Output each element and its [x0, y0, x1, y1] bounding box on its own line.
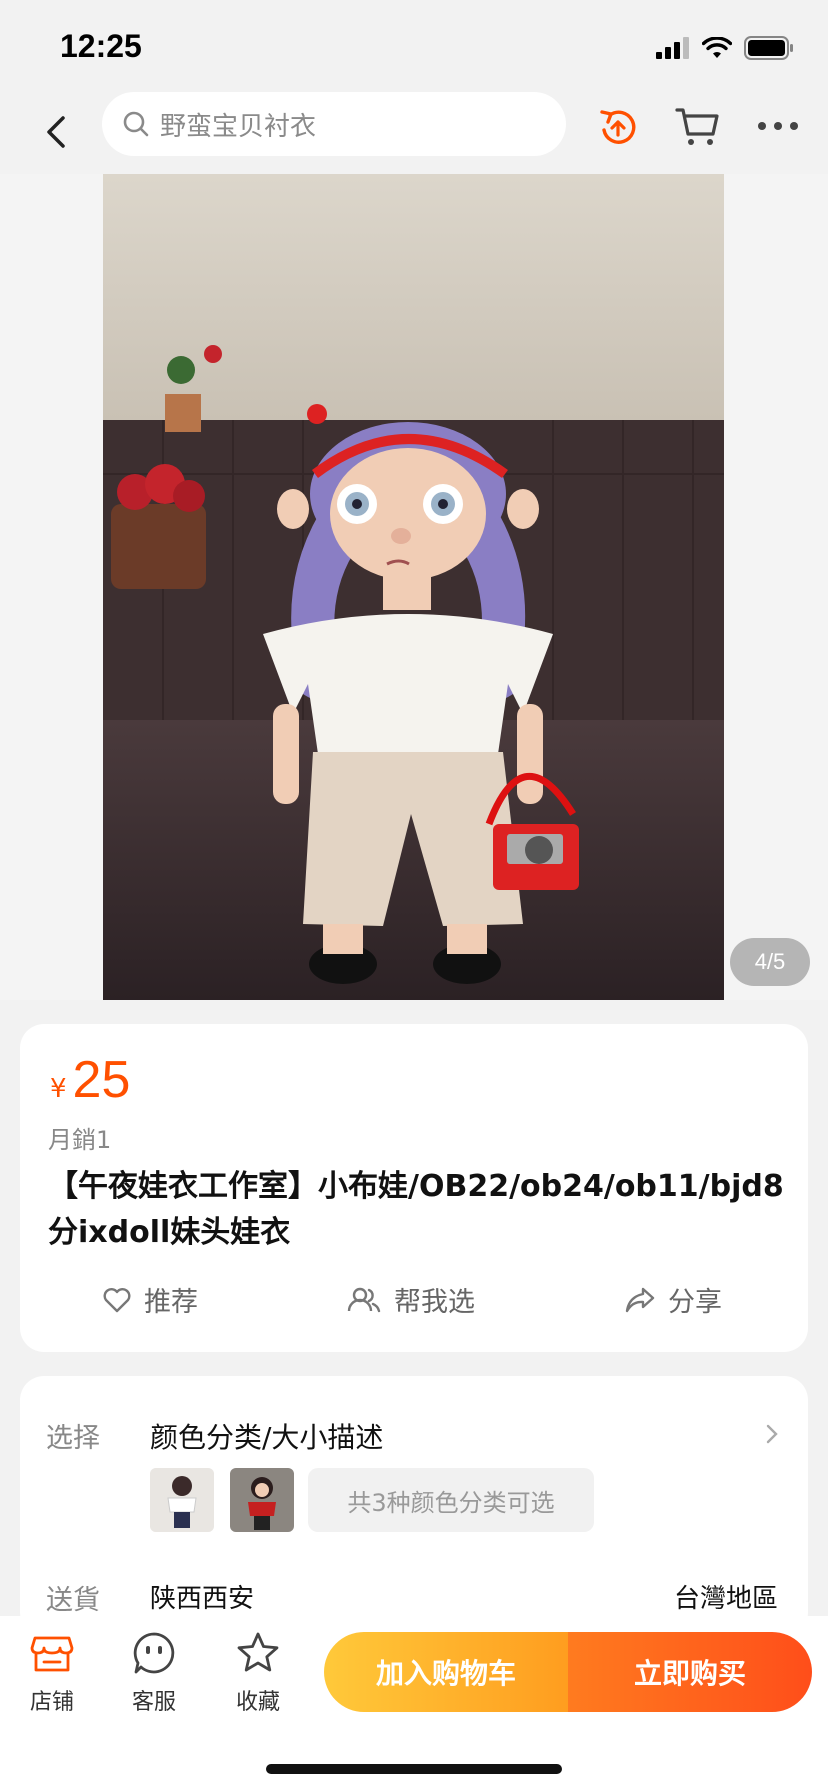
store-button[interactable]: 店铺: [10, 1630, 94, 1716]
product-info-card: ¥ 25 月銷1 【午夜娃衣工作室】小布娃/OB22/ob24/ob11/bjd…: [20, 1024, 808, 1352]
product-title: 【午夜娃衣工作室】小布娃/OB22/ob24/ob11/bjd8分ixdoll妹…: [48, 1169, 784, 1250]
cart-icon[interactable]: [672, 100, 724, 152]
recommend-label: 推荐: [144, 1287, 198, 1318]
back-arrow-icon[interactable]: [36, 110, 80, 154]
status-icons: [656, 36, 794, 60]
store-icon: [30, 1636, 74, 1672]
search-icon: [123, 111, 149, 137]
variant-thumbnail-white[interactable]: [150, 1468, 214, 1532]
customer-service-icon: [133, 1632, 175, 1674]
battery-icon: [744, 36, 793, 60]
currency-symbol: ¥: [50, 1074, 67, 1104]
favorite-button[interactable]: 收藏: [216, 1630, 300, 1716]
help-me-choose-label: 帮我选: [394, 1287, 475, 1318]
share-button[interactable]: 分享: [624, 1280, 722, 1319]
gallery-page-indicator: 4/5: [730, 938, 810, 986]
price: ¥ 25: [50, 1050, 130, 1110]
home-indicator[interactable]: [266, 1764, 562, 1774]
shipping-label: 送貨: [46, 1585, 100, 1616]
share-icon: [625, 1287, 655, 1312]
customer-service-button[interactable]: 客服: [112, 1630, 196, 1716]
refresh-share-icon[interactable]: [592, 100, 644, 152]
ship-to-region[interactable]: 台灣地區: [674, 1578, 778, 1615]
ship-from: 陕西西安: [150, 1584, 255, 1614]
variant-count-pill[interactable]: 共3种颜色分类可选: [308, 1468, 594, 1532]
select-label: 选择: [46, 1423, 100, 1454]
star-icon: [237, 1632, 279, 1672]
signal-icon: [656, 37, 689, 59]
search-text: 野蛮宝贝衬衣: [160, 111, 317, 142]
product-gallery[interactable]: [0, 174, 828, 1000]
wifi-icon: [702, 37, 732, 58]
variant-thumbnail-red[interactable]: [230, 1468, 294, 1532]
options-card[interactable]: 选择 颜色分类/大小描述 共3种颜色分类可选 送貨 陕西西安 台灣地區: [20, 1376, 808, 1636]
help-me-choose-button[interactable]: 帮我选: [346, 1280, 475, 1319]
buy-now-button[interactable]: 立即购买: [568, 1632, 812, 1712]
chevron-right-icon[interactable]: [762, 1422, 782, 1446]
search-input[interactable]: 野蛮宝贝衬衣: [102, 92, 566, 156]
top-nav-bar: 野蛮宝贝衬衣: [0, 92, 828, 174]
product-actions: 推荐 帮我选 分享: [20, 1280, 808, 1340]
product-photo: [103, 174, 724, 1000]
people-icon: [347, 1287, 381, 1312]
more-icon[interactable]: [752, 100, 804, 152]
favorite-label: 收藏: [235, 1690, 280, 1715]
price-value: 25: [72, 1051, 131, 1109]
monthly-sales: 月銷1: [48, 1126, 112, 1154]
share-label: 分享: [668, 1287, 722, 1318]
recommend-button[interactable]: 推荐: [102, 1280, 198, 1319]
select-value[interactable]: 颜色分类/大小描述: [150, 1416, 383, 1456]
status-time: 12:25: [60, 28, 142, 64]
store-label: 店铺: [29, 1690, 74, 1715]
add-to-cart-button[interactable]: 加入购物车: [324, 1632, 568, 1712]
status-bar: 12:25: [0, 0, 828, 92]
customer-service-label: 客服: [131, 1690, 176, 1715]
heart-icon: [103, 1287, 131, 1312]
